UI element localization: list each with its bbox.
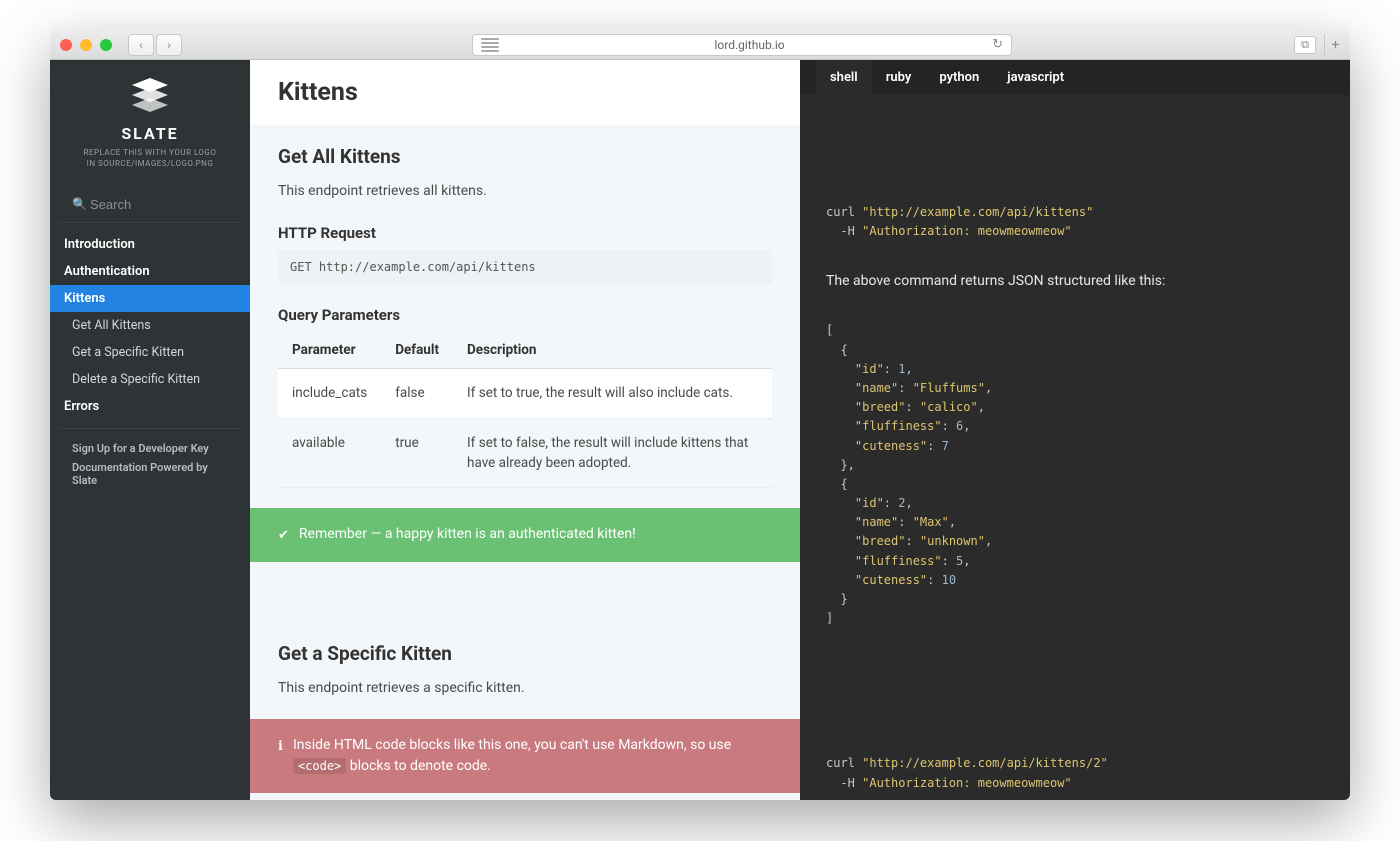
- get-all-heading: Get All Kittens: [278, 145, 772, 168]
- forward-button[interactable]: ›: [156, 34, 182, 56]
- toc-get-all-kittens[interactable]: Get All Kittens: [50, 312, 250, 339]
- lang-tab-ruby[interactable]: ruby: [872, 60, 926, 95]
- section-kittens-header: Kittens: [250, 60, 800, 125]
- notice-warning: ℹ Inside HTML code blocks like this one,…: [250, 719, 800, 793]
- search-wrap: 🔍: [58, 185, 242, 223]
- traffic-lights: [60, 39, 112, 51]
- td-default: true: [381, 418, 453, 488]
- close-icon[interactable]: [60, 39, 72, 51]
- table-row: include_cats false If set to true, the r…: [278, 369, 772, 418]
- code-spacer: [800, 646, 1350, 736]
- td-default: false: [381, 369, 453, 418]
- toc-footer-powered[interactable]: Documentation Powered by Slate: [72, 458, 228, 490]
- nav-buttons: ‹ ›: [128, 34, 182, 56]
- browser-chrome: ‹ › lord.github.io ↻ ⧉ +: [50, 30, 1350, 60]
- th-default: Default: [381, 332, 453, 369]
- code-json-1: [ { "id": 1, "name": "Fluffums", "breed"…: [800, 303, 1350, 646]
- get-one-heading: Get a Specific Kitten: [278, 642, 772, 665]
- toc-kittens[interactable]: Kittens: [50, 285, 250, 312]
- maximize-icon[interactable]: [100, 39, 112, 51]
- spacer: [250, 562, 800, 622]
- query-params-heading: Query Parameters: [278, 306, 772, 324]
- sidebar: SLATE REPLACE THIS WITH YOUR LOGO IN SOU…: [50, 60, 250, 800]
- http-request-heading: HTTP Request: [278, 224, 772, 242]
- section-get-specific-kitten: Get a Specific Kitten This endpoint retr…: [250, 622, 800, 719]
- lang-tabs: shell ruby python javascript: [800, 60, 1350, 95]
- url-text: lord.github.io: [507, 38, 992, 52]
- section-get-all-kittens: Get All Kittens This endpoint retrieves …: [250, 125, 800, 508]
- toc-introduction[interactable]: Introduction: [50, 231, 250, 258]
- get-all-description: This endpoint retrieves all kittens.: [278, 180, 772, 202]
- get-one-description: This endpoint retrieves a specific kitte…: [278, 677, 772, 699]
- toc: Introduction Authentication Kittens Get …: [50, 223, 250, 420]
- page-title: Kittens: [278, 78, 772, 107]
- table-header-row: Parameter Default Description: [278, 332, 772, 369]
- new-tab-icon[interactable]: +: [1324, 34, 1340, 56]
- chrome-right: ⧉ +: [1294, 34, 1340, 56]
- slate-logo-icon: [130, 78, 170, 112]
- notice-success-text: Remember — a happy kitten is an authenti…: [299, 524, 636, 545]
- logo-block: SLATE REPLACE THIS WITH YOUR LOGO IN SOU…: [50, 60, 250, 179]
- th-description: Description: [453, 332, 772, 369]
- toc-footer: Sign Up for a Developer Key Documentatio…: [58, 428, 242, 500]
- logo-title: SLATE: [60, 124, 240, 143]
- content-column: Kittens Get All Kittens This endpoint re…: [250, 60, 800, 800]
- browser-window: ‹ › lord.github.io ↻ ⧉ + SLATE REPLACE T…: [50, 30, 1350, 800]
- search-input[interactable]: [70, 193, 230, 216]
- lang-tab-python[interactable]: python: [925, 60, 993, 95]
- back-button[interactable]: ‹: [128, 34, 154, 56]
- minimize-icon[interactable]: [80, 39, 92, 51]
- toc-errors[interactable]: Errors: [50, 393, 250, 420]
- toc-delete-specific-kitten[interactable]: Delete a Specific Kitten: [50, 366, 250, 393]
- app: SLATE REPLACE THIS WITH YOUR LOGO IN SOU…: [50, 60, 1350, 800]
- td-param: available: [278, 418, 381, 488]
- td-desc: If set to true, the result will also inc…: [453, 369, 772, 418]
- code-spacer: [800, 95, 1350, 185]
- code-curl-2: curl "http://example.com/api/kittens/2" …: [800, 736, 1350, 800]
- inline-code: <code>: [293, 758, 346, 774]
- td-param: include_cats: [278, 369, 381, 418]
- td-desc: If set to false, the result will include…: [453, 418, 772, 488]
- info-icon: ℹ: [278, 737, 283, 757]
- reader-icon[interactable]: [481, 38, 499, 52]
- logo-subtitle: REPLACE THIS WITH YOUR LOGO IN SOURCE/IM…: [60, 147, 240, 169]
- code-column: shell ruby python javascript curl "http:…: [800, 60, 1350, 800]
- http-request-code: GET http://example.com/api/kittens: [278, 250, 772, 284]
- main[interactable]: Kittens Get All Kittens This endpoint re…: [250, 60, 1350, 800]
- reload-icon[interactable]: ↻: [992, 37, 1003, 52]
- search-icon: 🔍: [72, 197, 87, 211]
- toc-get-specific-kitten[interactable]: Get a Specific Kitten: [50, 339, 250, 366]
- query-params-table: Parameter Default Description include_ca…: [278, 332, 772, 488]
- tabs-icon[interactable]: ⧉: [1294, 36, 1316, 54]
- th-parameter: Parameter: [278, 332, 381, 369]
- code-caption-1: The above command returns JSON structure…: [800, 259, 1350, 303]
- url-bar[interactable]: lord.github.io ↻: [472, 34, 1012, 56]
- table-row: available true If set to false, the resu…: [278, 418, 772, 488]
- toc-authentication[interactable]: Authentication: [50, 258, 250, 285]
- notice-success: ✔ Remember — a happy kitten is an authen…: [250, 508, 800, 562]
- lang-tab-shell[interactable]: shell: [816, 60, 872, 95]
- check-icon: ✔: [278, 526, 289, 546]
- code-curl-1: curl "http://example.com/api/kittens" -H…: [800, 185, 1350, 259]
- toc-footer-signup[interactable]: Sign Up for a Developer Key: [72, 439, 228, 458]
- lang-tab-javascript[interactable]: javascript: [993, 60, 1078, 95]
- url-bar-wrap: lord.github.io ↻: [198, 34, 1286, 56]
- notice-warning-text: Inside HTML code blocks like this one, y…: [293, 735, 772, 777]
- toc-kittens-children: Get All Kittens Get a Specific Kitten De…: [50, 312, 250, 393]
